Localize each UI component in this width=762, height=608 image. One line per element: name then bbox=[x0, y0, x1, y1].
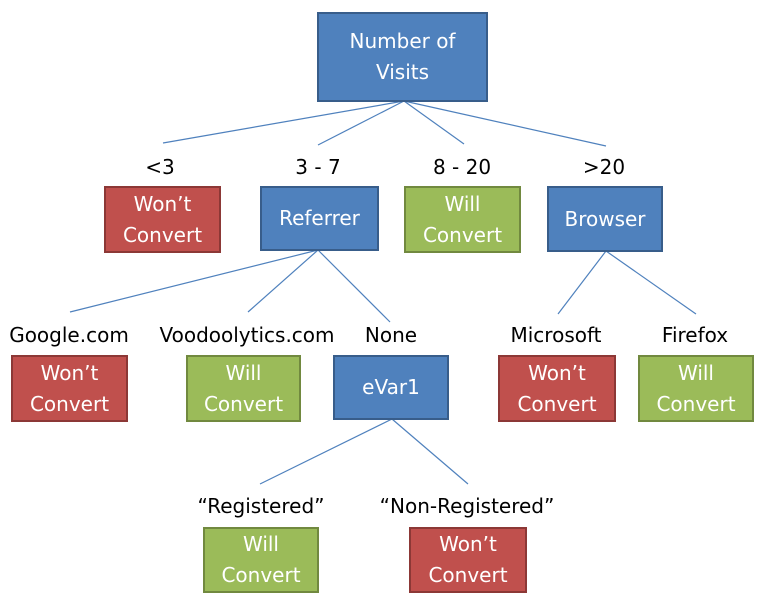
edge-label-none: None bbox=[364, 323, 418, 347]
node-wont-convert-google: Won’t Convert bbox=[11, 355, 128, 422]
node-wont-convert-microsoft: Won’t Convert bbox=[498, 355, 616, 422]
edge-label-non-registered: “Non-Registered” bbox=[379, 494, 555, 518]
node-will-convert-firefox: Will Convert bbox=[638, 355, 754, 422]
edge-root-browser bbox=[403, 100, 607, 147]
edge-label-3-7: 3 - 7 bbox=[295, 155, 341, 179]
node-label: Referrer bbox=[279, 206, 360, 230]
node-label: Won’t Convert bbox=[29, 360, 110, 416]
edge-label-firefox: Firefox bbox=[661, 323, 729, 347]
edge-evar1-nonregistered bbox=[391, 418, 469, 485]
node-wont-convert-lt3: Won’t Convert bbox=[104, 186, 221, 253]
node-label: Browser bbox=[564, 206, 646, 231]
edge-browser-firefox bbox=[605, 250, 697, 315]
node-evar1: eVar1 bbox=[333, 355, 449, 420]
edge-label-8-20: 8 - 20 bbox=[432, 155, 492, 179]
node-will-convert-8-20: Will Convert bbox=[404, 186, 521, 253]
node-referrer: Referrer bbox=[260, 186, 379, 251]
node-label: Won’t Convert bbox=[122, 191, 203, 247]
node-label: Won’t Convert bbox=[428, 532, 508, 587]
edge-referrer-google bbox=[69, 249, 319, 313]
edge-label-microsoft: Microsoft bbox=[510, 323, 602, 347]
node-label: Will Convert bbox=[422, 191, 503, 247]
node-label: Will Convert bbox=[203, 360, 284, 416]
node-label: Will Convert bbox=[221, 532, 301, 587]
edge-label-registered: “Registered” bbox=[197, 494, 325, 518]
edge-evar1-registered bbox=[259, 418, 393, 485]
edge-browser-microsoft bbox=[557, 250, 607, 315]
node-label: eVar1 bbox=[362, 375, 420, 399]
node-will-convert-voodoolytics: Will Convert bbox=[186, 355, 301, 422]
node-label: Won’t Convert bbox=[517, 360, 597, 416]
node-will-convert-registered: Will Convert bbox=[203, 527, 319, 593]
node-label: Will Convert bbox=[656, 360, 736, 416]
edge-label-google: Google.com bbox=[9, 323, 129, 347]
edge-label-gt20: >20 bbox=[582, 155, 626, 179]
node-number-of-visits: Number of Visits bbox=[317, 12, 488, 102]
node-wont-convert-non-registered: Won’t Convert bbox=[409, 527, 527, 593]
edge-label-voodoolytics: Voodoolytics.com bbox=[159, 323, 335, 347]
edge-root-lt3 bbox=[162, 100, 405, 144]
edge-referrer-none bbox=[317, 249, 391, 323]
node-browser: Browser bbox=[547, 186, 663, 252]
edge-label-lt3: <3 bbox=[145, 155, 175, 179]
edge-root-referrer bbox=[317, 100, 405, 146]
node-label: Number of Visits bbox=[349, 29, 456, 84]
